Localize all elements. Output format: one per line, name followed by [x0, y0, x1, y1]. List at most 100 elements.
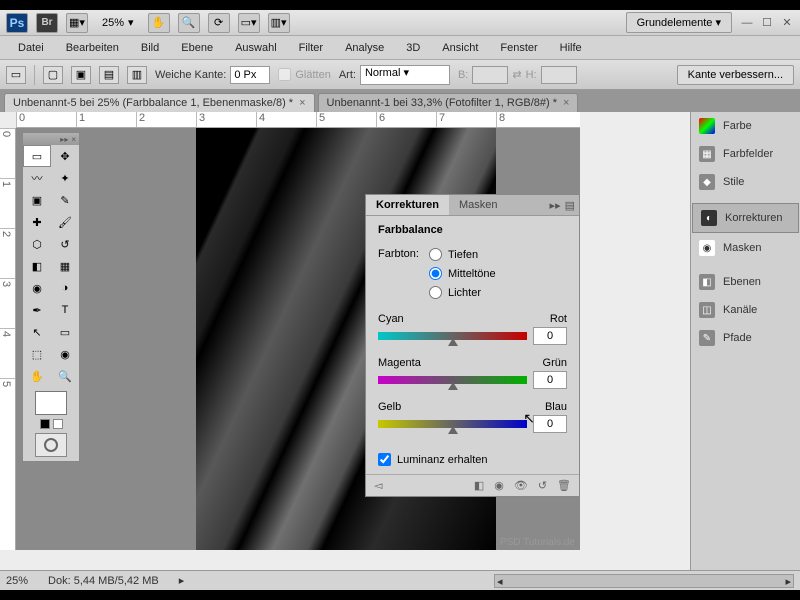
menu-filter[interactable]: Filter: [289, 39, 333, 57]
eraser-tool[interactable]: ◧: [23, 255, 51, 277]
lasso-tool[interactable]: 〰: [23, 167, 51, 189]
status-arrow-icon[interactable]: ▸: [179, 574, 185, 587]
options-bar: ▭ ▢ ▣ ▤ ▥ Weiche Kante: Glätten Art: Nor…: [0, 60, 800, 90]
zoom-level[interactable]: 25%: [102, 17, 124, 29]
value-gelb-blau[interactable]: [533, 415, 567, 433]
wand-tool[interactable]: ✦: [51, 167, 79, 189]
prev-icon[interactable]: 👁: [514, 479, 528, 492]
close-button[interactable]: ✕: [780, 16, 794, 30]
doc-tab-1[interactable]: Unbenannt-5 bei 25% (Farbbalance 1, Eben…: [4, 93, 315, 112]
eyedropper-tool[interactable]: ✎: [51, 189, 79, 211]
app-logo-br[interactable]: Br: [36, 13, 58, 33]
dodge-tool[interactable]: ◑: [51, 277, 79, 299]
heal-tool[interactable]: ✚: [23, 211, 51, 233]
menu-ansicht[interactable]: Ansicht: [432, 39, 488, 57]
tab-korrekturen[interactable]: Korrekturen: [366, 195, 449, 215]
value-cyan-rot[interactable]: [533, 327, 567, 345]
screen-mode-icon[interactable]: ▭▾: [238, 13, 260, 33]
menu-bild[interactable]: Bild: [131, 39, 169, 57]
menu-auswahl[interactable]: Auswahl: [225, 39, 287, 57]
minimize-button[interactable]: —: [740, 16, 754, 30]
path-tool[interactable]: ↖: [23, 321, 51, 343]
feather-input[interactable]: [230, 66, 270, 84]
3d-tool[interactable]: ⬚: [23, 343, 51, 365]
panel-korrekturen[interactable]: ◐Korrekturen: [692, 203, 799, 233]
rotate-icon[interactable]: ⟳: [208, 13, 230, 33]
value-magenta-gruen[interactable]: [533, 371, 567, 389]
status-zoom[interactable]: 25%: [6, 575, 28, 587]
panel-masken[interactable]: ◉Masken: [691, 234, 800, 262]
menu-bearbeiten[interactable]: Bearbeiten: [56, 39, 129, 57]
marquee-tool[interactable]: ▭: [23, 145, 51, 167]
3d-cam-tool[interactable]: ◉: [51, 343, 79, 365]
menu-fenster[interactable]: Fenster: [490, 39, 547, 57]
menu-icon[interactable]: ▤: [565, 199, 575, 212]
bg-swatch[interactable]: [40, 419, 50, 429]
menu-analyse[interactable]: Analyse: [335, 39, 394, 57]
quickmask-button[interactable]: [35, 433, 67, 457]
sel-sub-icon[interactable]: ▤: [99, 66, 119, 84]
menu-ebene[interactable]: Ebene: [171, 39, 223, 57]
radio-mitteltoene[interactable]: Mitteltöne: [429, 267, 496, 280]
panel-stile[interactable]: ◆Stile: [691, 168, 800, 196]
luminance-checkbox[interactable]: [378, 453, 391, 466]
ruler-horizontal[interactable]: 012345678: [16, 112, 580, 128]
scrollbar-horizontal[interactable]: ◂▸: [494, 574, 794, 588]
menu-3d[interactable]: 3D: [396, 39, 430, 57]
blur-tool[interactable]: ◉: [23, 277, 51, 299]
panel-farbfelder[interactable]: ▦Farbfelder: [691, 140, 800, 168]
style-select[interactable]: Normal ▾: [360, 65, 450, 85]
trash-icon[interactable]: 🗑: [557, 479, 571, 492]
default-swatch[interactable]: [53, 419, 63, 429]
close-icon[interactable]: ×: [563, 97, 569, 109]
hand-tool[interactable]: ✋: [23, 365, 51, 387]
pen-tool[interactable]: ✒: [23, 299, 51, 321]
layout-icon[interactable]: ▦▾: [66, 13, 88, 33]
history-brush-tool[interactable]: ↺: [51, 233, 79, 255]
slider-magenta-gruen[interactable]: [378, 376, 527, 384]
panel-pfade[interactable]: ✎Pfade: [691, 324, 800, 352]
refine-edge-button[interactable]: Kante verbessern...: [677, 65, 794, 85]
zoom-tool[interactable]: 🔍: [51, 365, 79, 387]
panel-ebenen[interactable]: ◧Ebenen: [691, 268, 800, 296]
close-icon[interactable]: ×: [299, 97, 305, 109]
gradient-tool[interactable]: ▦: [51, 255, 79, 277]
doc-tab-2[interactable]: Unbenannt-1 bei 33,3% (Fotofilter 1, RGB…: [318, 93, 579, 112]
sel-add-icon[interactable]: ▣: [71, 66, 91, 84]
brush-tool[interactable]: 🖌: [51, 211, 79, 233]
move-tool[interactable]: ✥: [51, 145, 79, 167]
close-icon[interactable]: ×: [71, 135, 76, 144]
reset-icon[interactable]: ↺: [538, 479, 547, 492]
workspace-selector[interactable]: Grundelemente ▾: [626, 12, 732, 33]
panel-kanaele[interactable]: ◫Kanäle: [691, 296, 800, 324]
foreground-swatch[interactable]: [35, 391, 67, 415]
shape-tool[interactable]: ▭: [51, 321, 79, 343]
sel-new-icon[interactable]: ▢: [43, 66, 63, 84]
radio-lichter[interactable]: Lichter: [429, 286, 496, 299]
type-tool[interactable]: T: [51, 299, 79, 321]
chevron-down-icon[interactable]: ▾: [128, 16, 134, 29]
tab-masken[interactable]: Masken: [449, 195, 508, 215]
back-icon[interactable]: ◅: [374, 479, 382, 492]
panel-farbe[interactable]: Farbe: [691, 112, 800, 140]
menu-datei[interactable]: Datei: [8, 39, 54, 57]
slider-cyan-rot[interactable]: [378, 332, 527, 340]
status-doc[interactable]: Dok: 5,44 MB/5,42 MB: [48, 575, 159, 587]
expand-icon[interactable]: ▸▸: [550, 199, 561, 212]
clip-icon[interactable]: ◧: [474, 479, 484, 492]
zoom-icon[interactable]: 🔍: [178, 13, 200, 33]
arrange-icon[interactable]: ▥▾: [268, 13, 290, 33]
collapse-icon[interactable]: ▸▸: [60, 135, 68, 144]
sel-int-icon[interactable]: ▥: [127, 66, 147, 84]
menu-hilfe[interactable]: Hilfe: [550, 39, 592, 57]
app-logo-ps[interactable]: Ps: [6, 13, 28, 33]
radio-tiefen[interactable]: Tiefen: [429, 248, 496, 261]
ruler-vertical[interactable]: 012345: [0, 128, 16, 550]
hand-icon[interactable]: ✋: [148, 13, 170, 33]
slider-gelb-blau[interactable]: [378, 420, 527, 428]
marquee-tool-icon[interactable]: ▭: [6, 66, 26, 84]
view-icon[interactable]: ◉: [494, 479, 504, 492]
stamp-tool[interactable]: ⬡: [23, 233, 51, 255]
maximize-button[interactable]: ☐: [760, 16, 774, 30]
crop-tool[interactable]: ▣: [23, 189, 51, 211]
